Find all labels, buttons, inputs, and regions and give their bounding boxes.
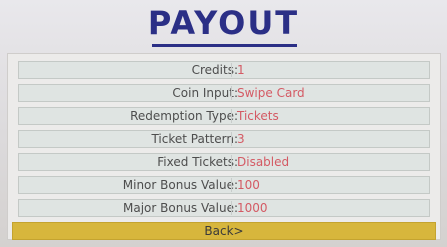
row-divider	[231, 86, 232, 100]
setting-row-credits[interactable]: Credits: 1	[18, 61, 430, 79]
setting-label: Major Bonus Value:	[123, 201, 238, 215]
setting-value: Disabled	[237, 155, 290, 169]
setting-label: Redemption Type:	[130, 109, 238, 123]
setting-value: 1	[237, 63, 245, 77]
setting-label: Ticket Pattern:	[151, 132, 238, 146]
row-divider	[231, 63, 232, 77]
row-divider	[231, 178, 232, 192]
setting-row-ticket-pattern[interactable]: Ticket Pattern: 3	[18, 130, 430, 148]
back-button[interactable]: Back>	[12, 222, 436, 240]
setting-row-minor-bonus-value[interactable]: Minor Bonus Value: 100	[18, 176, 430, 194]
setting-row-coin-input[interactable]: Coin Input: Swipe Card	[18, 84, 430, 102]
payout-screen: PAYOUT Credits: 1 Coin Input: Swipe Card…	[0, 0, 447, 247]
row-divider	[231, 155, 232, 169]
setting-row-major-bonus-value[interactable]: Major Bonus Value: 1000	[18, 199, 430, 217]
setting-label: Coin Input:	[172, 86, 238, 100]
title-underline	[152, 44, 297, 47]
setting-row-fixed-tickets[interactable]: Fixed Tickets: Disabled	[18, 153, 430, 171]
row-divider	[231, 109, 232, 123]
setting-value: Swipe Card	[237, 86, 305, 100]
row-divider	[231, 132, 232, 146]
setting-row-redemption-type[interactable]: Redemption Type: Tickets	[18, 107, 430, 125]
setting-value: Tickets	[237, 109, 279, 123]
setting-value: 3	[237, 132, 245, 146]
setting-value: 100	[237, 178, 260, 192]
row-divider	[231, 201, 232, 215]
page-title: PAYOUT	[147, 4, 300, 42]
setting-label: Minor Bonus Value:	[122, 178, 238, 192]
setting-value: 1000	[237, 201, 268, 215]
setting-label: Fixed Tickets:	[157, 155, 238, 169]
